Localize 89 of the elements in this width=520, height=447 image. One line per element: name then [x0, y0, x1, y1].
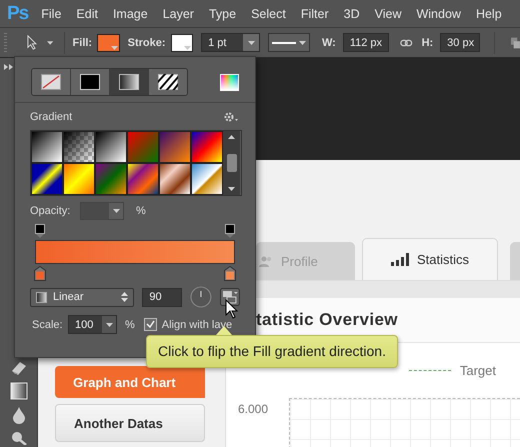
- bar-chart-icon: [390, 253, 409, 266]
- menu-item[interactable]: Filter: [300, 6, 329, 20]
- panel-title: tatistic Overview: [256, 310, 398, 330]
- tab[interactable]: Statistics: [362, 238, 498, 280]
- scale-label: Scale:: [31, 318, 64, 330]
- no-fill-icon: [41, 74, 61, 90]
- pattern-fill-icon: [158, 74, 178, 90]
- scroll-down-icon[interactable]: [228, 187, 235, 191]
- color-stop-icon[interactable]: [224, 266, 236, 281]
- fill-type-button[interactable]: [32, 69, 71, 95]
- fill-swatch[interactable]: [97, 34, 120, 52]
- unit-label: %: [136, 205, 146, 217]
- fill-label: Fill:: [72, 36, 92, 48]
- unit-label: %: [125, 318, 135, 330]
- axis-label: 6.000: [236, 401, 268, 418]
- menu-item[interactable]: Type: [208, 6, 236, 20]
- width-field[interactable]: 112 px: [342, 33, 390, 52]
- menu-item[interactable]: Help: [476, 6, 502, 20]
- gradient-bar[interactable]: [35, 240, 235, 264]
- line-style-dropdown[interactable]: [268, 33, 310, 52]
- collapse-icon[interactable]: [4, 64, 13, 70]
- sidebar-item[interactable]: Another Datas: [55, 404, 205, 442]
- flip-gradient-button[interactable]: [220, 288, 240, 306]
- menu-item[interactable]: Edit: [76, 6, 98, 20]
- angle-field[interactable]: 90: [142, 288, 182, 306]
- gradient-swatch[interactable]: [159, 163, 191, 195]
- opacity-stop-icon[interactable]: [225, 224, 235, 238]
- gradient-swatch[interactable]: [127, 163, 159, 195]
- checkbox[interactable]: [144, 318, 157, 331]
- menu-item[interactable]: 3D: [344, 6, 360, 20]
- tooltip: Click to flip the Fill gradient direction.: [146, 335, 398, 368]
- fill-type-selector[interactable]: [31, 68, 188, 96]
- menu-item[interactable]: Window: [416, 6, 461, 20]
- cursor-icon: [225, 299, 238, 319]
- link-icon[interactable]: [400, 38, 413, 46]
- caret-icon: [248, 40, 255, 44]
- menu-item[interactable]: View: [374, 6, 402, 20]
- dodge-tool-icon[interactable]: [10, 431, 26, 445]
- settings-icon[interactable]: [224, 111, 238, 123]
- gradient-tool-icon[interactable]: [10, 382, 28, 400]
- gradient-swatch[interactable]: [31, 163, 63, 195]
- gradient-swatch[interactable]: [63, 163, 95, 195]
- gradient-swatch[interactable]: [127, 131, 159, 163]
- opacity-label: Opacity:: [30, 205, 72, 217]
- menu-item[interactable]: Layer: [162, 6, 194, 20]
- gradient-swatch[interactable]: [95, 131, 127, 163]
- section-title: Gradient: [30, 111, 72, 123]
- gradient-swatch[interactable]: [159, 131, 191, 163]
- caret-icon: [298, 40, 306, 44]
- gradient-swatch[interactable]: [31, 131, 63, 163]
- blur-tool-icon[interactable]: [12, 407, 24, 424]
- stroke-width-dropdown[interactable]: 1 pt: [201, 33, 260, 52]
- pointer-tool-icon[interactable]: [26, 34, 38, 51]
- color-stop-icon[interactable]: [34, 266, 46, 281]
- fill-type-button[interactable]: [110, 69, 149, 95]
- caret-icon: [110, 46, 118, 50]
- eraser-tool-icon[interactable]: [10, 361, 28, 375]
- gradient-swatch[interactable]: [95, 163, 127, 195]
- gradient-swatch[interactable]: [191, 131, 223, 163]
- stroke-swatch[interactable]: [170, 34, 194, 52]
- fill-type-button[interactable]: [71, 69, 110, 95]
- scroll-up-icon[interactable]: [228, 135, 235, 139]
- menu-item[interactable]: Image: [112, 6, 148, 20]
- menu-item[interactable]: Select: [251, 6, 286, 20]
- gradient-fill-icon: [119, 74, 139, 90]
- gradient-icon: [36, 292, 47, 302]
- scale-dropdown[interactable]: 100: [68, 315, 117, 334]
- gradient-swatch[interactable]: [63, 131, 95, 163]
- scrollbar-thumb[interactable]: [226, 154, 236, 172]
- align-icon[interactable]: [511, 36, 520, 48]
- menu-item[interactable]: File: [41, 6, 62, 20]
- solid-fill-icon: [80, 74, 100, 90]
- opacity-stop-icon[interactable]: [35, 224, 45, 238]
- caret-icon: [184, 46, 192, 50]
- gradient-swatch[interactable]: [191, 163, 223, 195]
- scrollbar[interactable]: [223, 131, 240, 195]
- fill-type-button[interactable]: [149, 69, 187, 95]
- stepper-icon: [121, 292, 128, 302]
- caret-icon: [106, 322, 112, 326]
- height-field[interactable]: 30 px: [440, 33, 480, 52]
- stroke-label: Stroke:: [128, 36, 166, 48]
- width-label: W:: [322, 36, 336, 48]
- gradient-type-dropdown[interactable]: Linear: [30, 288, 134, 306]
- caret-icon: [112, 209, 120, 213]
- color-picker-icon[interactable]: [220, 74, 239, 90]
- legend-label: Target: [460, 363, 496, 378]
- users-icon: [259, 256, 273, 266]
- height-label: H:: [422, 36, 434, 48]
- caret-icon: [47, 40, 54, 44]
